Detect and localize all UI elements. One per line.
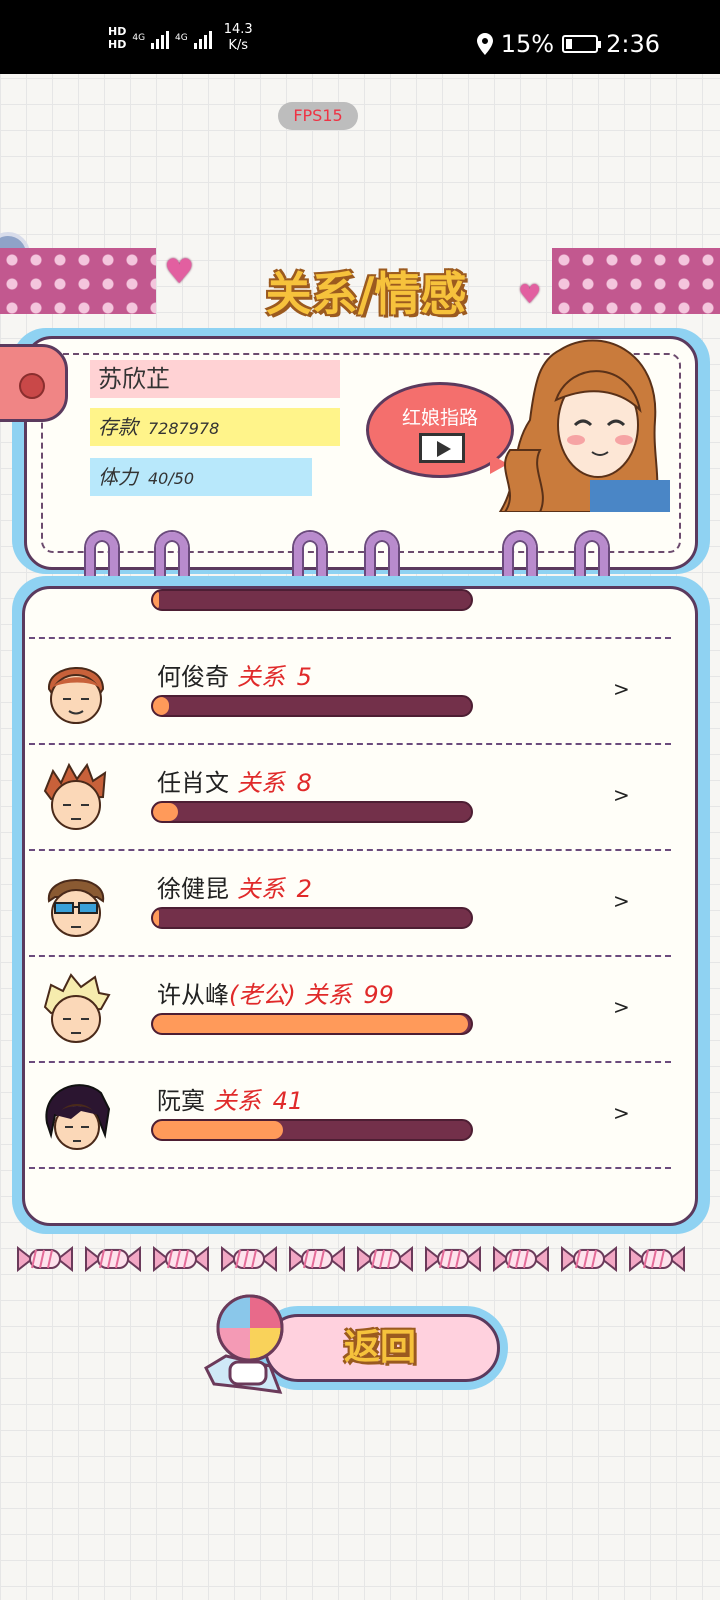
- relation-label: 关系: [213, 1087, 261, 1115]
- player-name: 苏欣芷: [90, 360, 340, 398]
- system-indicators: 15% 2:36: [476, 30, 660, 58]
- candy-icon: [17, 1246, 73, 1272]
- network-type-1: 4G: [132, 33, 146, 43]
- relationship-progress-fill: [153, 591, 160, 609]
- relationship-row[interactable]: 阮寞 关系 41 >: [25, 1063, 695, 1169]
- relationship-progress-fill: [153, 803, 179, 821]
- relationship-progress-bar: [151, 907, 473, 929]
- money-field: 存款 7287978: [90, 408, 340, 446]
- candy-icon: [221, 1246, 277, 1272]
- candy-icon: [493, 1246, 549, 1272]
- stamina-label: 体力: [98, 465, 138, 489]
- relation-value: 99: [363, 981, 394, 1009]
- return-button-label[interactable]: 返回: [290, 1318, 470, 1378]
- relationship-progress-bar: [151, 801, 473, 823]
- hd-label-2: HD: [108, 38, 127, 51]
- character-name-line: 何俊奇 关系 5: [157, 657, 312, 692]
- relation-label: 关系: [237, 769, 285, 797]
- character-avatar-icon: [47, 879, 105, 937]
- relationship-progress-bar: [151, 1013, 473, 1035]
- status-bar: HD HD 4G 4G 14.3 K/s 15% 2:36: [0, 0, 720, 74]
- candy-icon: [357, 1246, 413, 1272]
- relation-label: 关系: [237, 875, 285, 903]
- relation-label: 关系: [237, 663, 285, 691]
- row-divider: [29, 1167, 671, 1169]
- candy-icon: [629, 1246, 685, 1272]
- character-avatar-icon: [47, 667, 105, 724]
- battery-percent: 15%: [500, 30, 555, 58]
- relationship-progress-bar: [151, 589, 473, 611]
- relationship-progress-fill: [153, 697, 169, 715]
- husband-tag: (老公): [229, 981, 296, 1009]
- character-avatar-icon: [43, 973, 111, 1043]
- battery-icon: [562, 35, 602, 53]
- stamina-field: 体力 40/50: [90, 458, 312, 496]
- candy-icon: [289, 1246, 345, 1272]
- money-label: 存款: [98, 415, 138, 439]
- lollipop-candy-icon: [204, 1294, 284, 1394]
- relation-value: 8: [296, 769, 312, 797]
- network-type-2: 4G: [175, 33, 188, 43]
- relationship-progress-fill: [153, 909, 160, 927]
- hd-label-1: HD: [108, 25, 127, 38]
- chevron-right-icon[interactable]: >: [613, 889, 630, 913]
- video-play-icon: [419, 433, 465, 463]
- network-speed: 14.3 K/s: [224, 22, 253, 54]
- candy-icon: [85, 1246, 141, 1272]
- network-indicators: HD HD 4G 4G 14.3 K/s: [108, 22, 253, 54]
- location-icon: [476, 33, 493, 55]
- candy-icon: [153, 1246, 209, 1272]
- relation-label: 关系: [303, 981, 352, 1009]
- relationship-list: 何俊奇 关系 5 > 任肖文 关系 8 > 徐健昆 关系 2 > 许从峰(老公)…: [22, 586, 698, 1226]
- girl-portrait: [498, 339, 670, 512]
- candy-icon: [425, 1246, 481, 1272]
- chevron-right-icon[interactable]: >: [613, 677, 630, 701]
- heart-icon: ♥: [164, 252, 195, 292]
- page-title: 关系/情感: [265, 267, 467, 321]
- signal-icon: [151, 27, 170, 49]
- character-name-line: 阮寞 关系 41: [157, 1081, 303, 1116]
- character-name: 任肖文: [157, 769, 229, 797]
- character-avatar-icon: [45, 1084, 111, 1150]
- signal-icon-2: [193, 27, 212, 49]
- network-speed-value: 14.3: [223, 22, 253, 37]
- relation-value: 41: [272, 1087, 304, 1115]
- fps-badge: FPS15: [278, 102, 358, 130]
- relationship-progress-fill: [153, 1015, 468, 1033]
- stamina-value: 40/50: [148, 469, 195, 488]
- chevron-right-icon[interactable]: >: [613, 995, 630, 1019]
- character-name: 许从峰: [157, 981, 229, 1009]
- network-speed-unit: K/s: [228, 38, 249, 53]
- chevron-right-icon[interactable]: >: [613, 783, 630, 807]
- relationship-row[interactable]: 徐健昆 关系 2 >: [25, 851, 695, 957]
- polka-ribbon-right: [552, 248, 720, 314]
- character-name: 何俊奇: [157, 663, 229, 691]
- character-name-line: 徐健昆 关系 2: [157, 869, 312, 904]
- relationship-progress-fill: [153, 1121, 284, 1139]
- relationship-row-husband[interactable]: 许从峰(老公) 关系 99 >: [25, 957, 695, 1063]
- character-name-line: 任肖文 关系 8: [157, 763, 312, 798]
- polka-ribbon-left: [0, 248, 156, 314]
- relationship-progress-bar: [151, 1119, 473, 1141]
- relation-value: 2: [296, 875, 312, 903]
- relationship-row[interactable]: 何俊奇 关系 5 >: [25, 639, 695, 745]
- character-name-line: 许从峰(老公) 关系 99: [157, 975, 394, 1010]
- character-name: 徐健昆: [157, 875, 229, 903]
- relationship-row[interactable]: 任肖文 关系 8 >: [25, 745, 695, 851]
- character-name: 阮寞: [157, 1087, 205, 1115]
- character-avatar-icon: [43, 762, 107, 830]
- relation-value: 5: [296, 663, 312, 691]
- relationship-row-partial[interactable]: [25, 589, 695, 639]
- candy-icon: [561, 1246, 617, 1272]
- heart-icon-small: ♥: [518, 280, 542, 310]
- clock: 2:36: [606, 30, 660, 58]
- chevron-right-icon[interactable]: >: [613, 1101, 630, 1125]
- side-tab-button[interactable]: [0, 344, 68, 422]
- relationship-progress-bar: [151, 695, 473, 717]
- money-value: 7287978: [148, 419, 220, 438]
